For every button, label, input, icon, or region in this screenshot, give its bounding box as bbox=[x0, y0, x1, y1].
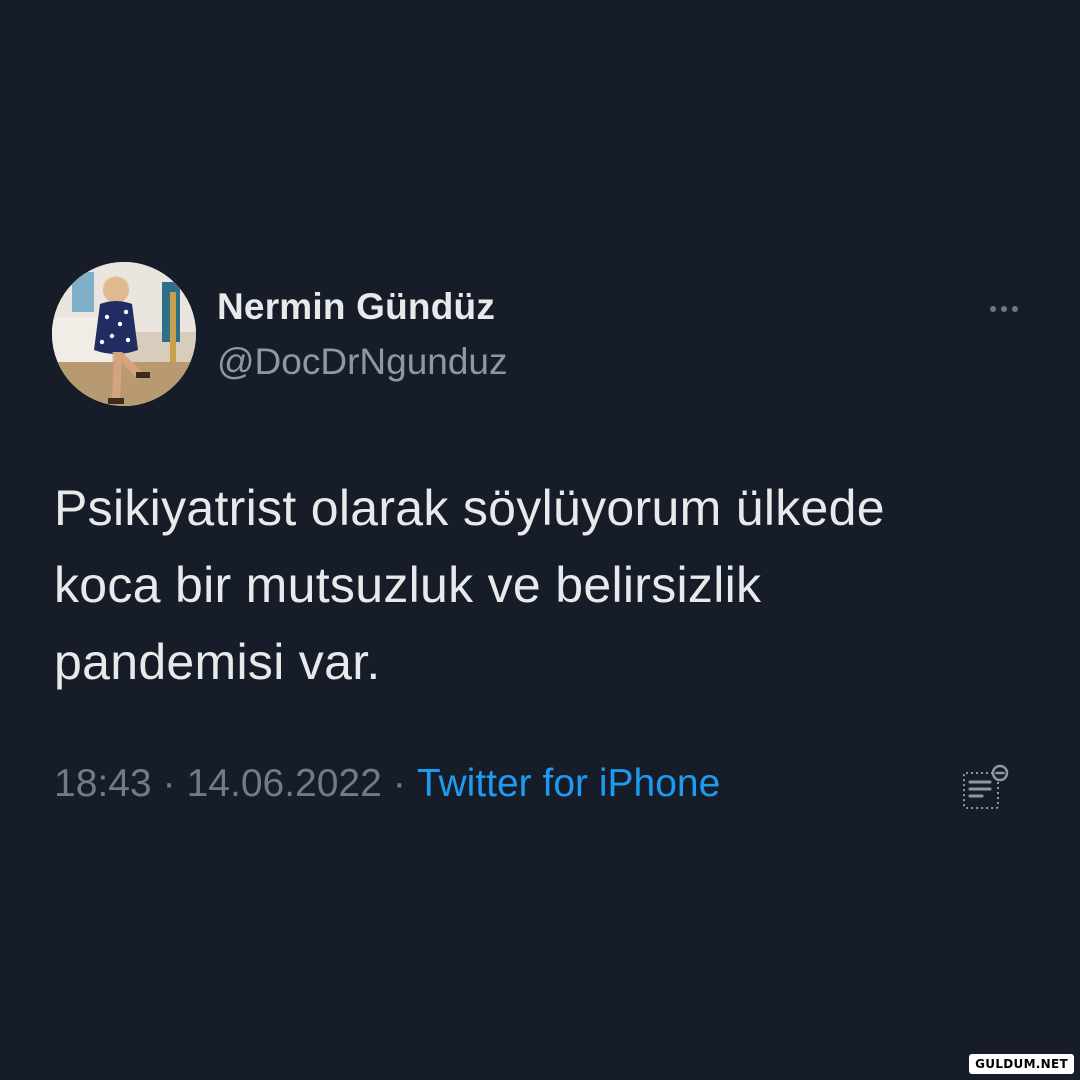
more-options-icon-dot bbox=[1012, 306, 1018, 312]
analytics-icon bbox=[963, 764, 1009, 809]
tweet-date[interactable]: 14.06.2022 bbox=[187, 762, 382, 806]
more-options-icon bbox=[990, 306, 996, 312]
separator: · bbox=[162, 762, 176, 805]
tweet-card: Nermin Gündüz @DocDrNgunduz Psikiyatrist… bbox=[0, 0, 1080, 1080]
more-options-button[interactable] bbox=[978, 296, 1030, 322]
tweet-time[interactable]: 18:43 bbox=[54, 762, 152, 806]
tweet-text: Psikiyatrist olarak söylüyorum ülkede ko… bbox=[54, 470, 1034, 701]
tweet-source-link[interactable]: Twitter for iPhone bbox=[417, 762, 720, 806]
tweet-metadata: 18:43 · 14.06.2022 · Twitter for iPhone bbox=[54, 762, 720, 806]
more-options-icon-dot bbox=[1001, 306, 1007, 312]
tweet-text-line: Psikiyatrist olarak söylüyorum ülkede bbox=[54, 480, 885, 536]
author-handle[interactable]: @DocDrNgunduz bbox=[217, 341, 508, 383]
avatar-photo bbox=[52, 262, 196, 406]
tweet-text-line: pandemisi var. bbox=[54, 634, 381, 690]
separator: · bbox=[392, 762, 406, 805]
tweet-text-line: koca bir mutsuzluk ve belirsizlik bbox=[54, 557, 762, 613]
author-avatar[interactable] bbox=[52, 262, 196, 406]
site-watermark: GULDUM.NET bbox=[969, 1054, 1074, 1074]
author-display-name[interactable]: Nermin Gündüz bbox=[217, 286, 495, 328]
view-tweet-analytics-button[interactable] bbox=[960, 764, 1012, 812]
